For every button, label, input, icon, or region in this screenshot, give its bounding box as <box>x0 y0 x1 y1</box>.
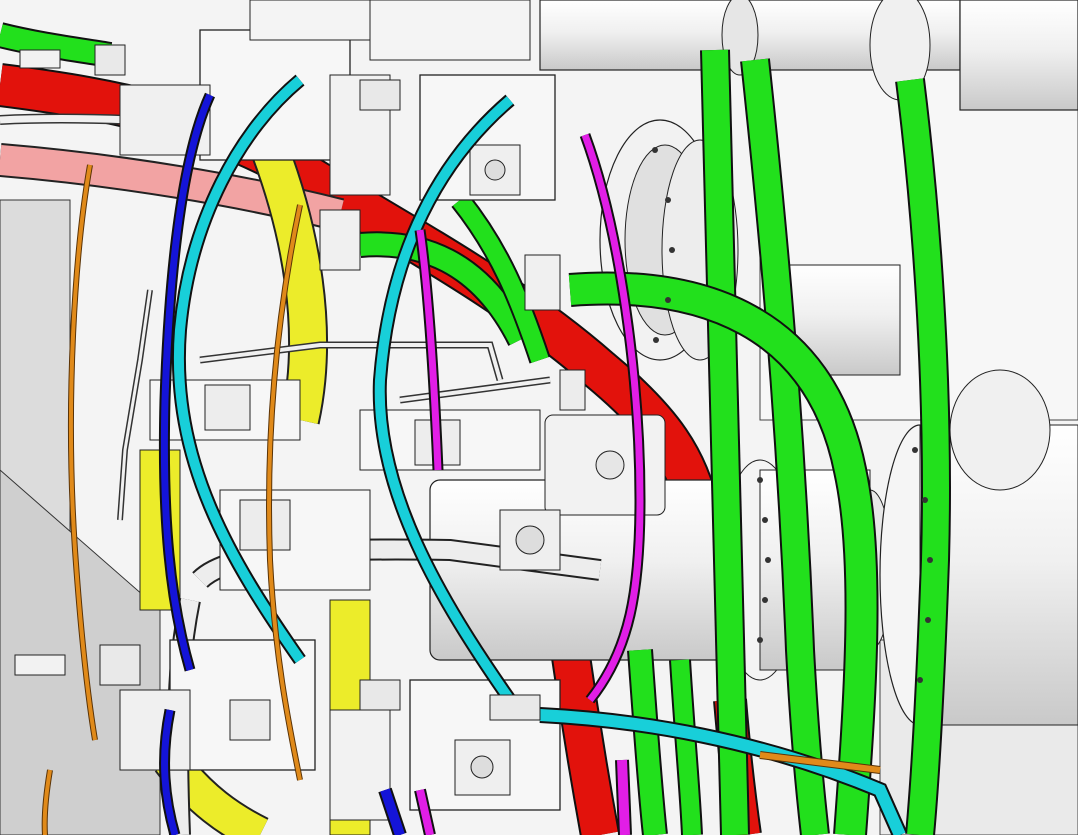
valve-block-bottom-center <box>329 709 391 821</box>
cad-viewport[interactable] <box>0 0 1078 835</box>
cad-render <box>0 0 1078 835</box>
